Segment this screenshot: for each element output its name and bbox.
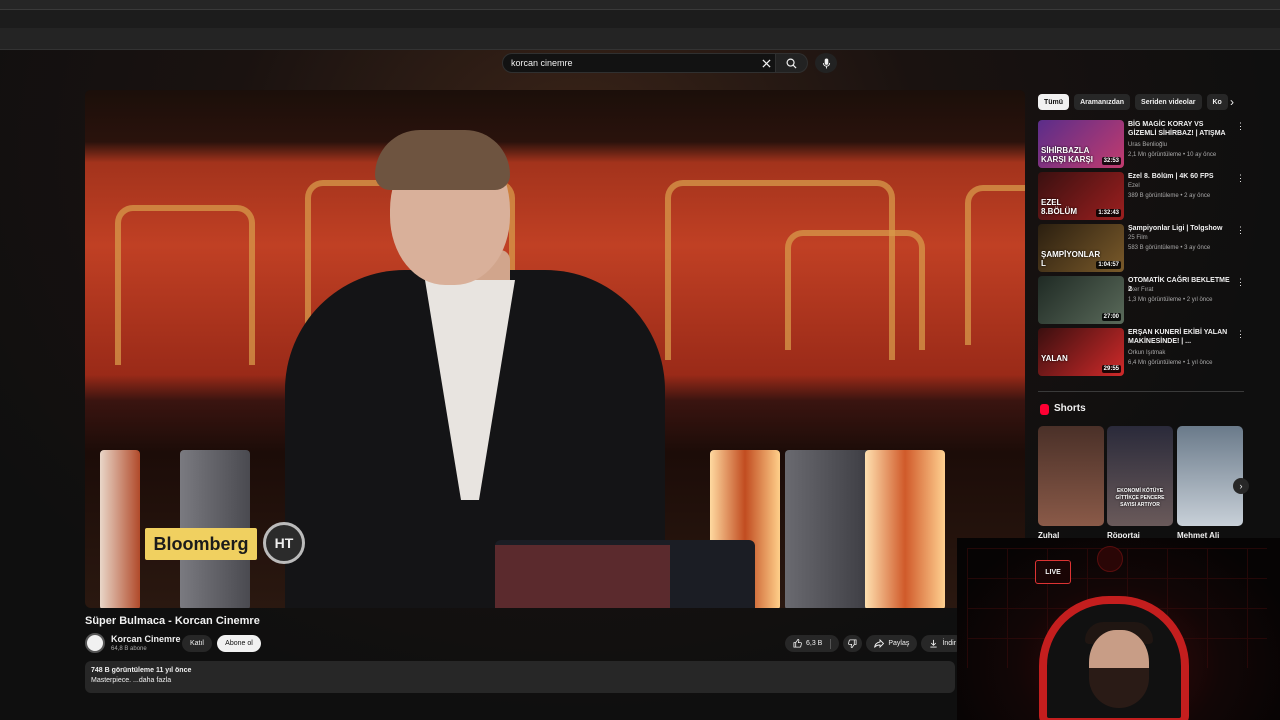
dislike-button[interactable] — [843, 635, 863, 652]
like-divider — [830, 638, 832, 649]
video-duration: 27:00 — [1101, 313, 1121, 321]
recommended-video[interactable]: 27:00 OTOMATİK CAĞRI BEKLETME 2 İlker Fıra… — [1038, 276, 1245, 326]
description-text: Masterpiece. ...daha fazla — [91, 677, 172, 684]
share-button[interactable]: Paylaş — [866, 635, 918, 652]
search-input[interactable]: korcan cinemre — [502, 53, 776, 73]
more-vert-icon[interactable]: ⋮ — [1236, 330, 1245, 339]
webcam-logo — [1097, 546, 1123, 572]
short-caption: EKONOMİ KÖTÜYE GİTTİKÇE PENCERE SAYISI A… — [1115, 488, 1165, 508]
host-hair — [375, 130, 510, 190]
streamer-webcam: LIVE — [957, 538, 1280, 720]
video-channel[interactable]: Ezel — [1128, 183, 1140, 189]
thumbnail-text: SİHİRBAZLA KARŞI KARŞI — [1041, 146, 1094, 164]
video-duration: 1:32:43 — [1096, 209, 1121, 217]
thumbnail-text: YALAN — [1041, 354, 1068, 363]
video-channel[interactable]: 25 Film — [1128, 235, 1148, 241]
video-duration: 1:04:57 — [1096, 261, 1121, 269]
thumbs-up-icon — [793, 639, 802, 648]
like-button[interactable]: 6,3 B — [785, 635, 840, 652]
video-channel[interactable]: Uras Benlioğlu — [1128, 142, 1167, 148]
search-bar: korcan cinemre — [502, 53, 808, 73]
recommended-video[interactable]: ŞAMPİYONLAR L 1:04:57 Şampiyonlar Ligi | T… — [1038, 224, 1245, 274]
short-thumbnail[interactable] — [1038, 426, 1104, 526]
browser-bookmarks-bar — [0, 28, 1280, 50]
desk-monitor — [495, 545, 670, 608]
download-icon — [930, 639, 938, 648]
microphone-icon — [822, 58, 830, 68]
video-meta: 1,3 Mn görüntüleme • 2 yıl önce — [1128, 297, 1213, 303]
ht-channel-logo: HT — [263, 522, 305, 564]
download-label: İndir — [942, 640, 956, 647]
video-meta: 2,1 Mn görüntüleme • 10 ay önce — [1128, 152, 1217, 158]
more-vert-icon[interactable]: ⋮ — [1236, 278, 1245, 287]
video-title-link[interactable]: BİG MAGİC KORAY VS GİZEMLİ SİHİRBAZ! | A… — [1128, 120, 1232, 138]
shorts-icon — [1040, 404, 1049, 415]
subscribe-button[interactable]: Abone ol — [217, 635, 261, 652]
share-icon — [874, 639, 885, 648]
share-label: Paylaş — [888, 640, 910, 647]
video-player[interactable]: Bloomberg HT — [85, 90, 1025, 608]
recommended-video[interactable]: SİHİRBAZLA KARŞI KARŞI 32:53 BİG MAGİC KOR… — [1038, 120, 1245, 170]
description-box[interactable]: 748 B görüntüleme 11 yıl önce Masterpiec… — [85, 661, 955, 693]
studio-arch — [965, 185, 1025, 345]
video-thumbnail[interactable]: ŞAMPİYONLAR L 1:04:57 — [1038, 224, 1124, 272]
channel-avatar[interactable] — [85, 633, 105, 653]
more-vert-icon[interactable]: ⋮ — [1236, 122, 1245, 131]
thumbnail-text: ŞAMPİYONLAR L — [1041, 250, 1101, 268]
clear-search-icon[interactable] — [757, 54, 775, 72]
short-thumbnail[interactable]: EKONOMİ KÖTÜYE GİTTİKÇE PENCERE SAYISI A… — [1107, 426, 1173, 526]
search-query: korcan cinemre — [511, 58, 573, 68]
thumbs-down-icon — [848, 639, 857, 648]
video-meta: 6,4 Mn görüntüleme • 1 yıl önce — [1128, 360, 1213, 366]
chip-all[interactable]: Tümü — [1038, 94, 1070, 110]
video-duration: 29:55 — [1101, 365, 1121, 373]
recommended-video[interactable]: YALAN 29:55 ERŞAN KUNERİ EKİBİ YALAN MAKİN… — [1038, 328, 1245, 378]
shorts-next-icon[interactable]: › — [1233, 478, 1249, 494]
more-vert-icon[interactable]: ⋮ — [1236, 226, 1245, 235]
video-title-link[interactable]: Şampiyonlar Ligi | Tolgshow — [1128, 224, 1232, 233]
studio-arch — [785, 230, 925, 350]
subscriber-count: 64,8 B abone — [111, 646, 147, 652]
join-button[interactable]: Katıl — [182, 635, 212, 652]
short-thumbnail[interactable] — [1177, 426, 1243, 526]
voice-search-button[interactable] — [815, 53, 837, 73]
shorts-heading: Shorts — [1054, 403, 1086, 414]
browser-toolbar — [0, 10, 1280, 28]
chip-from-series[interactable]: Seriden videolar — [1135, 94, 1202, 110]
video-title-link[interactable]: Ezel 8. Bölüm | 4K 60 FPS — [1128, 172, 1232, 181]
more-vert-icon[interactable]: ⋮ — [1236, 174, 1245, 183]
video-meta: 583 B görüntüleme • 3 ay önce — [1128, 245, 1211, 251]
live-sign: LIVE — [1035, 560, 1071, 584]
channel-name[interactable]: Korcan Cinemre — [111, 634, 181, 644]
video-thumbnail[interactable]: YALAN 29:55 — [1038, 328, 1124, 376]
chip-from-search[interactable]: Aramanızdan — [1074, 94, 1131, 110]
filter-chips: Tümü Aramanızdan Seriden videolar Ko — [1038, 94, 1240, 110]
video-thumbnail[interactable]: 27:00 — [1038, 276, 1124, 324]
search-icon — [786, 58, 797, 69]
video-title: Süper Bulmaca - Korcan Cinemre — [85, 615, 260, 627]
studio-light-panel — [785, 450, 875, 608]
recommended-video[interactable]: EZEL 8.BÖLÜM 1:32:43 Ezel 8. Bölüm | 4K 60… — [1038, 172, 1245, 222]
video-thumbnail[interactable]: EZEL 8.BÖLÜM 1:32:43 — [1038, 172, 1124, 220]
search-button[interactable] — [776, 53, 808, 73]
video-channel[interactable]: Orkun Işıtmak — [1128, 350, 1165, 356]
views-and-date: 748 B görüntüleme 11 yıl önce — [91, 667, 192, 674]
studio-light-panel — [865, 450, 945, 608]
video-duration: 32:53 — [1101, 157, 1121, 165]
section-divider — [1038, 391, 1244, 392]
video-title-link[interactable]: ERŞAN KUNERİ EKİBİ YALAN MAKİNESİNDE! | … — [1128, 328, 1232, 346]
video-thumbnail[interactable]: SİHİRBAZLA KARŞI KARŞI 32:53 — [1038, 120, 1124, 168]
thumbnail-text: EZEL 8.BÖLÜM — [1041, 198, 1077, 216]
video-actions: 6,3 B Paylaş İndir — [785, 635, 964, 652]
chevron-right-icon[interactable]: › — [1225, 94, 1239, 110]
like-count: 6,3 B — [806, 640, 823, 647]
studio-light-panel — [100, 450, 140, 608]
browser-tab-strip — [0, 0, 1280, 10]
studio-arch — [115, 205, 255, 365]
bloomberg-logo: Bloomberg — [145, 528, 257, 560]
video-channel[interactable]: İlker Fırat — [1128, 287, 1153, 293]
video-meta: 389 B görüntüleme • 2 ay önce — [1128, 193, 1211, 199]
